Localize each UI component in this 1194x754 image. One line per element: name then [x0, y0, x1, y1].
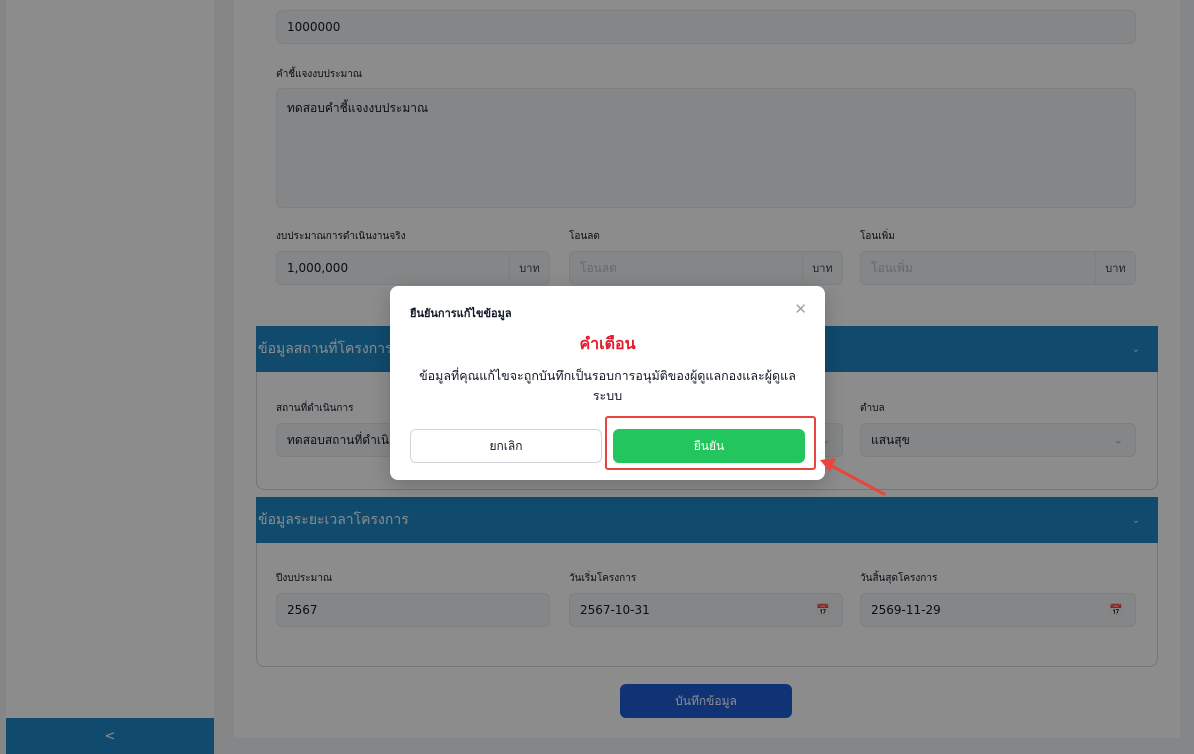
confirm-button-highlight [605, 416, 816, 470]
cancel-button[interactable]: ยกเลิก [410, 429, 602, 463]
pointer-arrow-icon [820, 458, 886, 496]
modal-warning: คำเตือน [579, 334, 636, 353]
close-icon[interactable]: ✕ [794, 300, 807, 318]
modal-message: ข้อมูลที่คุณแก้ไขจะถูกบันทึกเป็นรอบการอน… [419, 368, 796, 403]
modal-title: ยืนยันการแก้ไขข้อมูล [410, 307, 512, 320]
